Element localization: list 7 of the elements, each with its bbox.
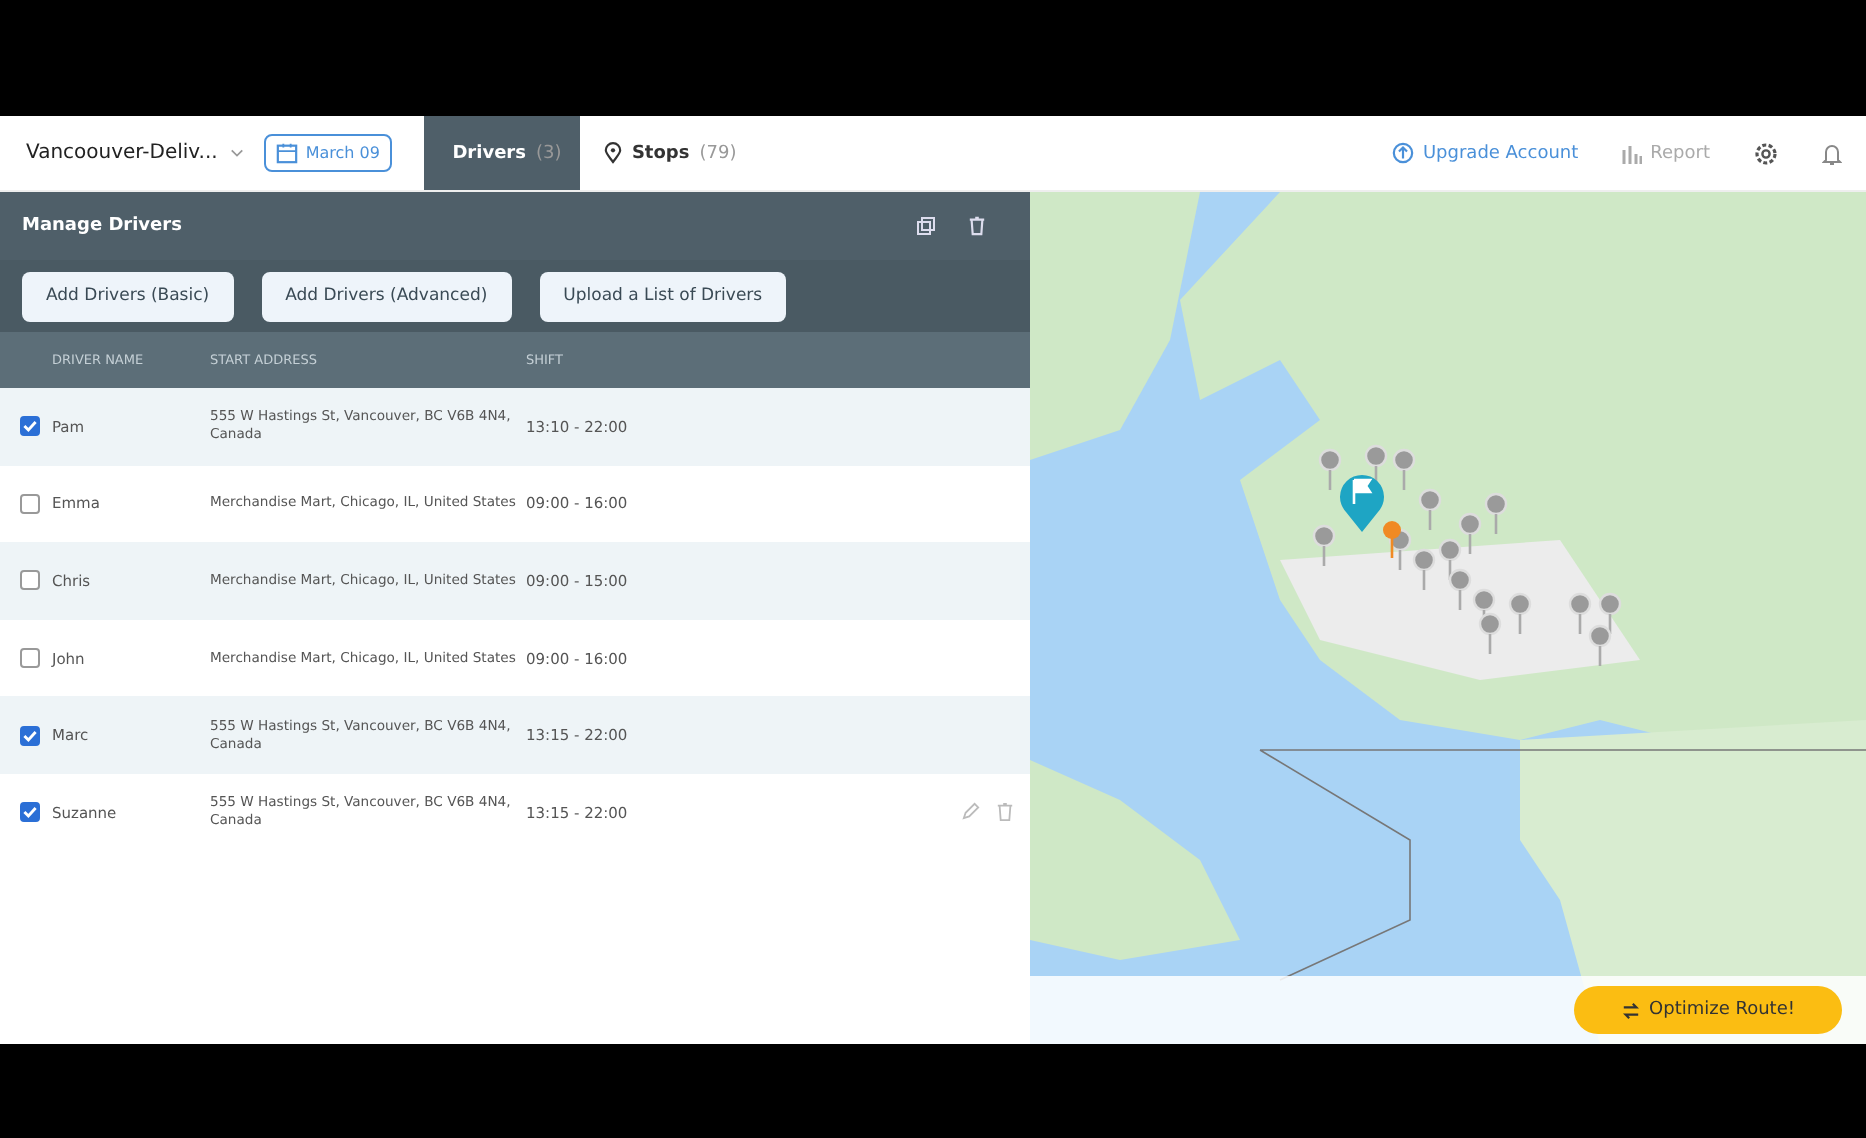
add-drivers-button[interactable]: Add Drivers (Basic)	[22, 271, 234, 321]
optimize-route-button[interactable]: Optimize Route!	[1574, 986, 1842, 1034]
tab[interactable]: Drivers (3)	[423, 116, 580, 190]
route-selector[interactable]: Vancoouver-Deliv...	[0, 116, 264, 190]
panel-title: Manage Drivers	[22, 216, 184, 236]
add-drivers-button[interactable]: Upload a List of Drivers	[539, 271, 787, 321]
add-drivers-button[interactable]: Add Drivers (Advanced)	[261, 271, 512, 321]
